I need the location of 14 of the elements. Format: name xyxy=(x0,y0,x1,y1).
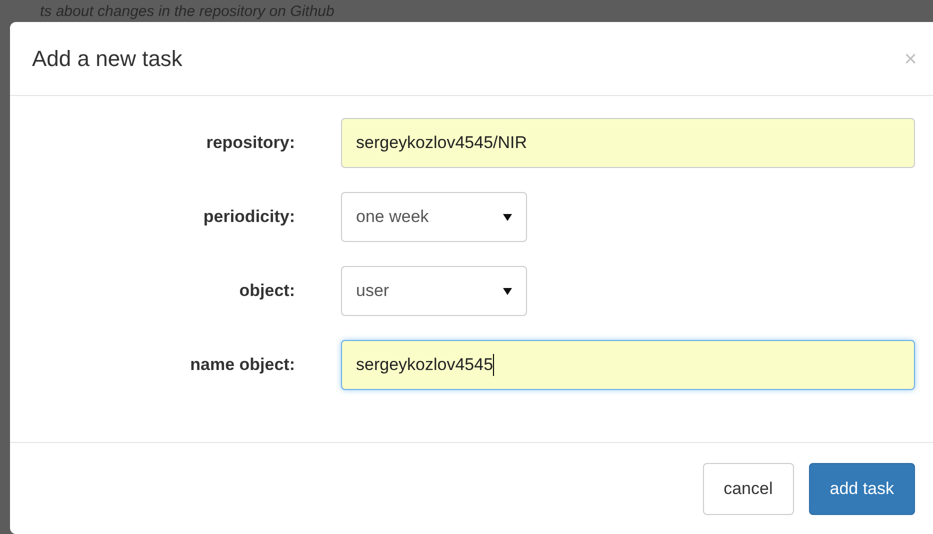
field-label: repository: xyxy=(205,132,295,154)
cancel-button[interactable]: cancel xyxy=(702,462,794,514)
field-label: name object: xyxy=(189,354,295,376)
input-field[interactable]: sergeykozlov4545/NIR xyxy=(341,118,915,168)
field-label: periodicity: xyxy=(202,206,295,228)
caret-icon xyxy=(503,288,512,294)
text-cursor xyxy=(493,354,494,376)
submit-button[interactable]: add task xyxy=(808,462,915,514)
dropdown[interactable]: one week xyxy=(341,192,527,242)
dropdown[interactable]: user xyxy=(341,266,527,316)
dialog-title: Add a new task xyxy=(32,45,182,73)
input-field[interactable]: sergeykozlov4545 xyxy=(341,340,915,390)
field-label: object: xyxy=(238,280,295,302)
caret-icon xyxy=(503,214,512,220)
